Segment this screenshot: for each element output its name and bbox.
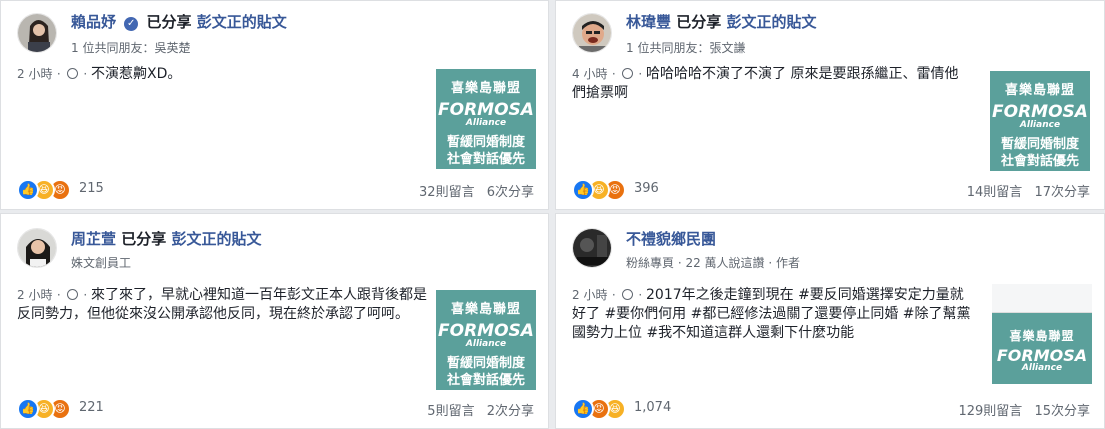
share-count[interactable]: 6次分享 [487,185,534,200]
thumbnail-line1: 暫緩同婚制度 [1000,137,1079,152]
like-icon: 👍 [572,179,594,201]
post-header: 不禮貌鄉民團 [626,228,716,249]
shared-post-link[interactable]: 彭文正的貼文 [197,13,287,31]
thumbnail-line2: 社會對話優先 [446,373,525,388]
globe-icon [621,289,633,300]
author-name[interactable]: 周芷萱 [71,230,116,248]
post-text: 來了來了，早就心裡知道一百年彭文正本人跟背後都是反同勢力，但他從來沒公開承認他反… [17,287,427,322]
post-card: 周芷萱 已分享 彭文正的貼文 姝文創員工 2 小時 · · 來了來了，早就心裡知… [0,213,549,429]
page-info[interactable]: 粉絲專頁 · 22 萬人說這讚 · 作者 [626,254,800,271]
shared-post-link[interactable]: 彭文正的貼文 [172,230,262,248]
verified-icon: ✓ [124,17,139,31]
thumbnail-logo: FORMOSA [992,102,1088,122]
post-text: 不演惹齁XD。 [91,66,182,82]
link-thumbnail[interactable]: 喜樂島聯盟 FORMOSA Alliance 暫緩同婚制度 社會對話優先 [436,290,536,390]
share-count[interactable]: 17次分享 [1034,185,1090,200]
post-time[interactable]: 2 小時 [572,288,607,302]
thumbnail-title: 喜樂島聯盟 [1004,83,1075,98]
thumbnail-logo: FORMOSA [438,321,534,341]
post-footer: 👍 😆 😡 221 5則留言 2次分享 [17,396,534,420]
thumbnail-title: 喜樂島聯盟 [450,81,521,96]
comment-count[interactable]: 14則留言 [967,185,1023,200]
like-icon: 👍 [17,398,39,420]
like-icon: 👍 [572,398,594,420]
post-text-block: 2 小時 · · 來了來了，早就心裡知道一百年彭文正本人跟背後都是反同勢力，但他… [17,287,427,322]
author-name[interactable]: 賴品妤 [71,13,116,31]
author-name[interactable]: 林瑋豐 [626,13,671,31]
post-card: 不禮貌鄉民團 粉絲專頁 · 22 萬人說這讚 · 作者 2 小時 · · 201… [555,213,1105,429]
post-footer: 👍 😡 😆 1,074 129則留言 15次分享 [572,396,1090,420]
post-time[interactable]: 2 小時 [17,288,52,302]
link-thumbnail[interactable]: 喜樂島聯盟 FORMOSA Alliance [992,284,1092,384]
shared-label: 已分享 [121,230,167,248]
work-info[interactable]: 姝文創員工 [71,254,131,271]
globe-icon [66,289,78,300]
thumbnail-line2: 社會對話優先 [1000,154,1079,169]
post-header: 林瑋豐 已分享 彭文正的貼文 [626,11,817,32]
thumbnail-line1: 暫緩同婚制度 [446,356,525,371]
reaction-count[interactable]: 221 [79,400,104,415]
post-time[interactable]: 2 小時 [17,67,52,81]
share-count[interactable]: 2次分享 [487,404,534,419]
comment-count[interactable]: 5則留言 [427,404,474,419]
shared-label: 已分享 [146,13,192,31]
avatar[interactable] [572,13,612,53]
post-text-block: 2 小時 · · 不演惹齁XD。 [17,66,182,82]
shared-post-link[interactable]: 彭文正的貼文 [727,13,817,31]
page-name[interactable]: 不禮貌鄉民團 [626,230,716,248]
comment-count[interactable]: 32則留言 [419,185,475,200]
link-thumbnail[interactable]: 喜樂島聯盟 FORMOSA Alliance 暫緩同婚制度 社會對話優先 [990,71,1090,171]
avatar[interactable] [572,228,612,268]
thumbnail-title: 喜樂島聯盟 [1009,329,1075,343]
link-thumbnail[interactable]: 喜樂島聯盟 FORMOSA Alliance 暫緩同婚制度 社會對話優先 [436,69,536,169]
shared-label: 已分享 [676,13,722,31]
post-card: 賴品妤 ✓ 已分享 彭文正的貼文 1 位共同朋友：吳英楚 2 小時 · · 不演… [0,0,549,210]
reaction-count[interactable]: 396 [634,181,659,196]
post-footer: 👍 😆 😡 396 14則留言 17次分享 [572,177,1090,201]
thumbnail-line2: 社會對話優先 [446,152,525,167]
post-time[interactable]: 4 小時 [572,67,607,81]
comment-count[interactable]: 129則留言 [958,404,1022,419]
avatar[interactable] [17,13,57,53]
avatar[interactable] [17,228,57,268]
thumbnail-logo: FORMOSA [438,100,534,120]
post-text-block: 2 小時 · · 2017年之後走鐘到現在 #要反同婚選擇安定力量就好了 #要你… [572,287,971,341]
globe-icon [621,68,633,79]
mutual-friends[interactable]: 1 位共同朋友：張文謙 [626,39,745,56]
share-count[interactable]: 15次分享 [1034,404,1090,419]
post-card: 林瑋豐 已分享 彭文正的貼文 1 位共同朋友：張文謙 4 小時 · · 哈哈哈哈… [555,0,1105,210]
post-footer: 👍 😆 😡 215 32則留言 6次分享 [17,177,534,201]
thumbnail-title: 喜樂島聯盟 [450,302,521,317]
post-text-block: 4 小時 · · 哈哈哈哈不演了不演了 原來是要跟孫繼正、雷倩他們搶票啊 [572,66,959,101]
thumbnail-line1: 暫緩同婚制度 [446,135,525,150]
reaction-count[interactable]: 215 [79,181,104,196]
post-header: 賴品妤 ✓ 已分享 彭文正的貼文 [71,11,287,32]
thumbnail-screenshot-header [992,284,1092,313]
globe-icon [66,68,78,79]
mutual-friends[interactable]: 1 位共同朋友：吳英楚 [71,39,190,56]
like-icon: 👍 [17,179,39,201]
post-header: 周芷萱 已分享 彭文正的貼文 [71,228,262,249]
reaction-count[interactable]: 1,074 [634,400,671,415]
